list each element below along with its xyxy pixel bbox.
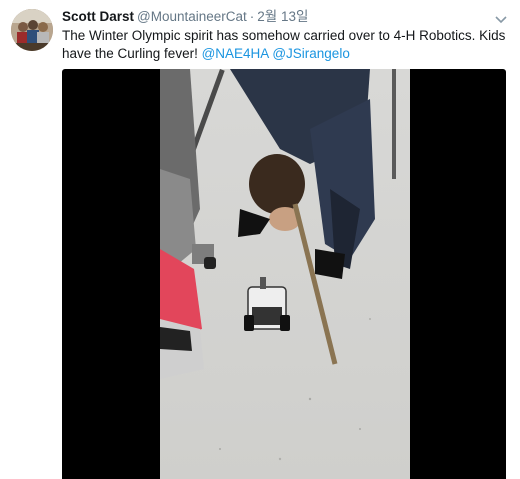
separator-dot: · bbox=[249, 9, 255, 24]
video-frame[interactable] bbox=[160, 69, 410, 479]
video-player[interactable] bbox=[62, 69, 506, 479]
author-name[interactable]: Scott Darst bbox=[62, 9, 134, 24]
tweet-date[interactable]: 2월 13일 bbox=[257, 9, 308, 24]
avatar[interactable] bbox=[11, 9, 53, 51]
tweet-card: Scott Darst @MountaineerCat · 2월 13일 The Wi… bbox=[0, 0, 520, 479]
tweet-text: The Winter Olympic spirit has somehow ca… bbox=[62, 27, 507, 63]
video-thumbnail bbox=[160, 69, 410, 479]
mention-jsirangelo[interactable]: @JSirangelo bbox=[272, 46, 350, 61]
avatar-photo bbox=[11, 9, 53, 51]
tweet-header: Scott Darst @MountaineerCat · 2월 13일 bbox=[62, 8, 308, 26]
mention-nae4ha[interactable]: @NAE4HA bbox=[202, 46, 269, 61]
author-handle[interactable]: @MountaineerCat bbox=[137, 9, 247, 24]
chevron-down-icon[interactable] bbox=[495, 12, 507, 24]
